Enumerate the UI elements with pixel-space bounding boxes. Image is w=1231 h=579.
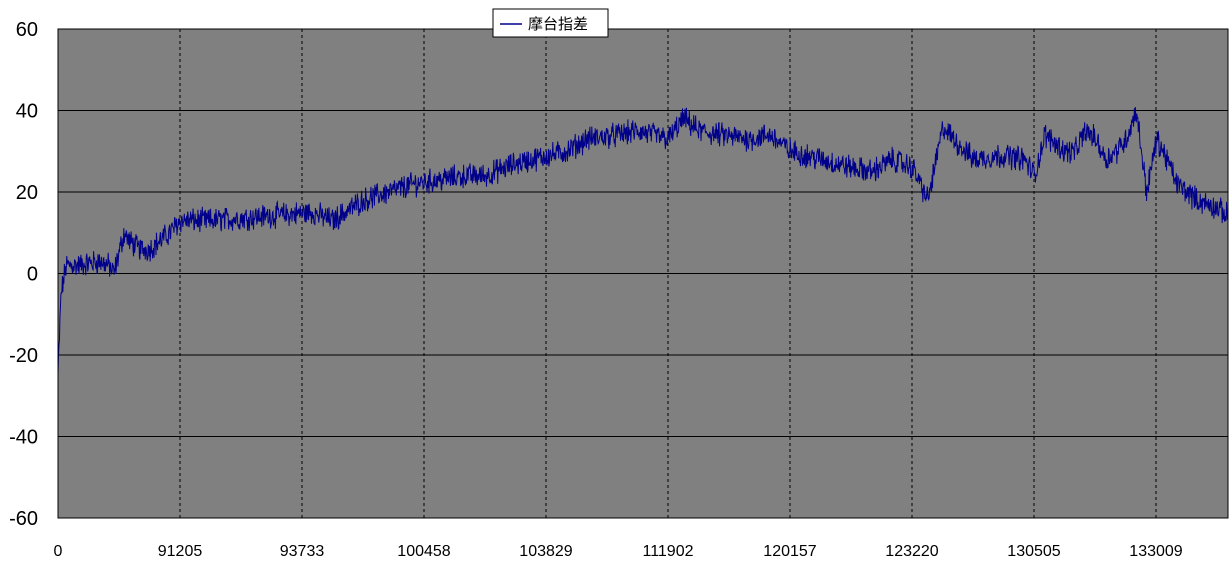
chart: 60 40 20 0 -20 -40 -60 0 91205 93733 100458 103829… [9,8,1229,560]
y-tick-label: -20 [9,345,38,367]
x-tick-label: 111902 [642,543,693,560]
y-tick-label: -60 [9,508,38,530]
x-tick-label: 133009 [1129,543,1182,560]
legend-series-name: 摩台指差 [528,15,588,33]
x-tick-label: 100458 [397,543,450,560]
x-tick-label: 0 [54,543,63,560]
y-tick-label: 20 [16,182,38,204]
y-tick-label: 60 [16,19,38,41]
y-tick-label: 0 [27,264,38,286]
x-tick-label: 120157 [763,543,816,560]
y-tick-label: -40 [9,427,38,449]
x-axis-ticks: 0 91205 93733 100458 103829 111902 120157 12322… [54,543,1183,560]
y-tick-label: 40 [16,101,38,123]
x-tick-label: 93733 [280,543,325,560]
y-axis-ticks: 60 40 20 0 -20 -40 -60 [9,19,38,530]
x-tick-label: 91205 [158,543,203,560]
x-tick-label: 103829 [519,543,572,560]
x-tick-label: 130505 [1007,543,1060,560]
legend: 摩台指差 [492,8,609,38]
x-tick-label: 123220 [885,543,938,560]
